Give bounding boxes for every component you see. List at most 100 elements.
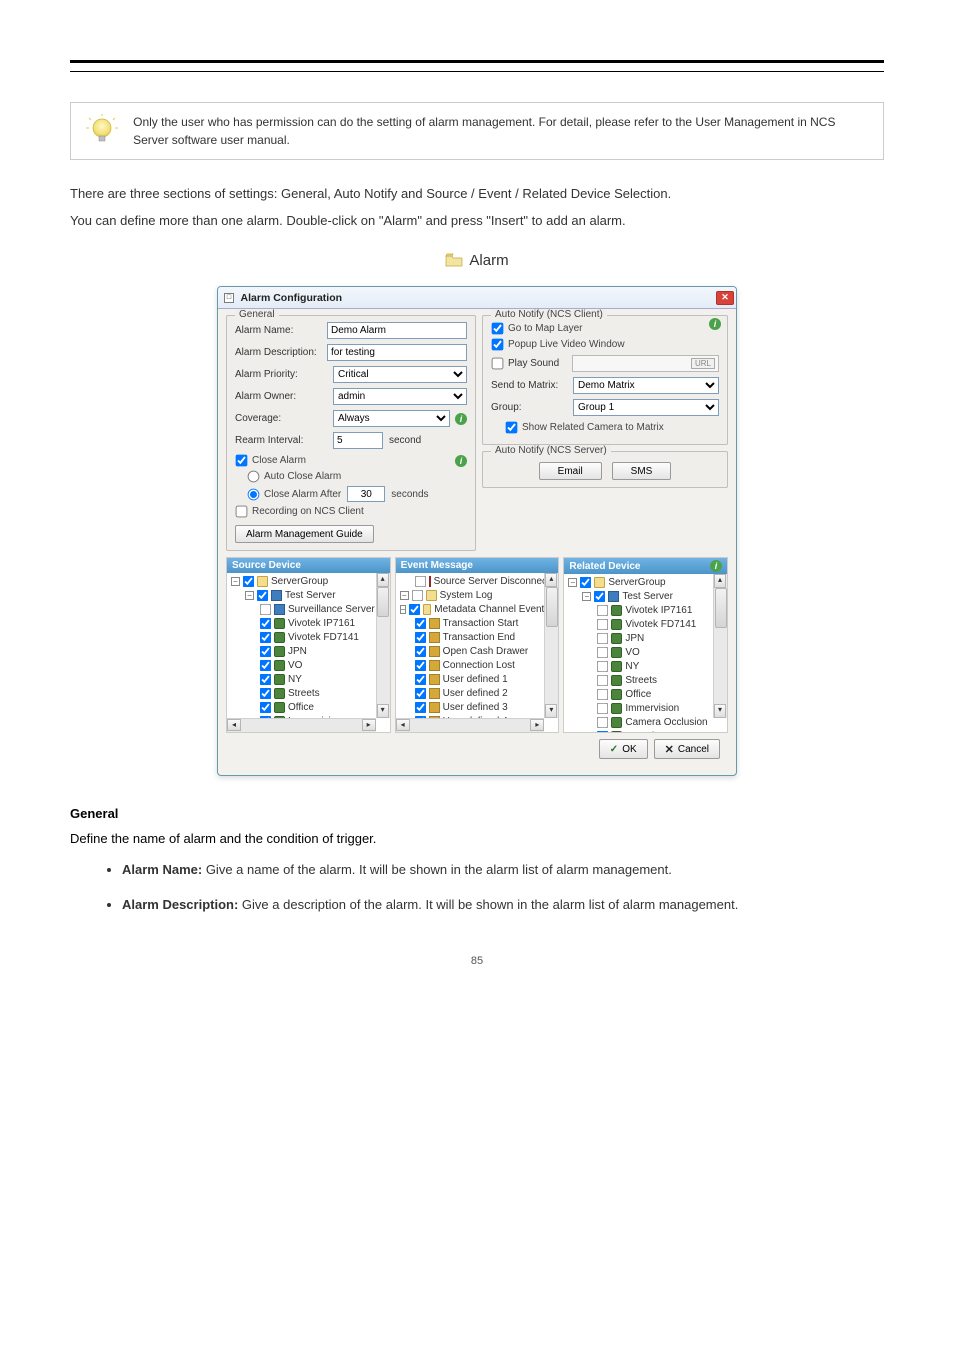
tree-item[interactable]: Source Server Disconnec xyxy=(434,575,547,588)
close-after-radio[interactable] xyxy=(248,488,260,500)
alarm-name-input[interactable] xyxy=(327,322,467,339)
tree-item[interactable]: Immervision xyxy=(625,702,679,715)
tree-item[interactable]: NY xyxy=(625,660,639,673)
goto-map-checkbox[interactable] xyxy=(492,323,504,335)
tree-item[interactable]: Counting xyxy=(625,730,665,732)
tree-checkbox[interactable] xyxy=(594,591,605,602)
tree-item[interactable]: Vivotek FD7141 xyxy=(288,631,359,644)
tree-item[interactable]: Vivotek IP7161 xyxy=(625,604,692,617)
tree-checkbox[interactable] xyxy=(597,703,608,714)
tree-checkbox[interactable] xyxy=(260,646,271,657)
tree-item[interactable]: Camera Occlusion xyxy=(625,716,707,729)
rearm-input[interactable] xyxy=(333,432,383,449)
tree-checkbox[interactable] xyxy=(597,647,608,658)
info-icon[interactable]: i xyxy=(709,318,721,330)
tree-checkbox[interactable] xyxy=(257,590,268,601)
alarm-desc-input[interactable] xyxy=(327,344,467,361)
tree-checkbox[interactable] xyxy=(414,674,425,685)
info-icon[interactable]: i xyxy=(455,413,467,425)
tree-item[interactable]: Streets xyxy=(288,687,320,700)
tree-checkbox[interactable] xyxy=(414,632,425,643)
tree-checkbox[interactable] xyxy=(411,590,422,601)
alarm-owner-select[interactable]: admin xyxy=(333,388,467,405)
tree-item[interactable]: Transaction Start xyxy=(443,617,519,630)
tree-checkbox[interactable] xyxy=(260,618,271,629)
tree-item[interactable]: VO xyxy=(625,646,639,659)
tree-checkbox[interactable] xyxy=(597,731,608,732)
tree-item[interactable]: Vivotek IP7161 xyxy=(288,617,355,630)
tree-item[interactable]: VO xyxy=(288,659,302,672)
tree-checkbox[interactable] xyxy=(260,688,271,699)
popup-video-checkbox[interactable] xyxy=(492,339,504,351)
tree-checkbox[interactable] xyxy=(597,689,608,700)
tree-checkbox[interactable] xyxy=(414,688,425,699)
tree-item[interactable]: Metadata Channel Event xyxy=(434,603,544,616)
tree-checkbox[interactable] xyxy=(597,717,608,728)
tree-item[interactable]: Test Server xyxy=(285,589,336,602)
scrollbar-vertical[interactable]: ▴▾ xyxy=(544,573,558,718)
tree-checkbox[interactable] xyxy=(260,604,271,615)
tree-checkbox[interactable] xyxy=(580,577,591,588)
tree-item[interactable]: JPN xyxy=(288,645,307,658)
tree-checkbox[interactable] xyxy=(414,576,425,587)
tree-checkbox[interactable] xyxy=(260,632,271,643)
auto-close-radio[interactable] xyxy=(248,471,260,483)
tree-item[interactable]: Open Cash Drawer xyxy=(443,645,529,658)
alarm-guide-button[interactable]: Alarm Management Guide xyxy=(235,525,374,543)
tree-checkbox[interactable] xyxy=(260,702,271,713)
tree-checkbox[interactable] xyxy=(597,619,608,630)
tree-checkbox[interactable] xyxy=(597,661,608,672)
tree-item[interactable]: Office xyxy=(288,701,314,714)
tree-checkbox[interactable] xyxy=(414,618,425,629)
url-browse-button[interactable]: URL xyxy=(691,358,715,369)
tree-item[interactable]: ServerGroup xyxy=(608,576,665,589)
tree-item[interactable]: Vivotek FD7141 xyxy=(625,618,696,631)
info-icon[interactable]: i xyxy=(455,455,467,467)
tree-item[interactable]: Connection Lost xyxy=(443,659,515,672)
tree-item[interactable]: Surveillance Server xyxy=(288,603,375,616)
play-sound-checkbox[interactable] xyxy=(492,358,504,370)
tree-checkbox[interactable] xyxy=(414,646,425,657)
tree-item[interactable]: ServerGroup xyxy=(271,575,328,588)
group-select[interactable]: Group 1 xyxy=(573,399,719,416)
tree-item[interactable]: User defined 3 xyxy=(443,701,508,714)
alarm-priority-select[interactable]: Critical xyxy=(333,366,467,383)
scrollbar-vertical[interactable]: ▴▾ xyxy=(713,574,727,718)
tree-checkbox[interactable] xyxy=(409,604,420,615)
recording-client-checkbox[interactable] xyxy=(236,506,248,518)
show-related-checkbox[interactable] xyxy=(506,422,518,434)
info-icon[interactable]: i xyxy=(710,560,722,572)
send-matrix-select[interactable]: Demo Matrix xyxy=(573,377,719,394)
close-alarm-checkbox[interactable] xyxy=(236,455,248,467)
tree-item[interactable]: Test Server xyxy=(622,590,673,603)
tree-checkbox[interactable] xyxy=(260,660,271,671)
coverage-select[interactable]: Always xyxy=(333,410,450,427)
ok-button[interactable]: ✓OK xyxy=(599,739,648,759)
tree-checkbox[interactable] xyxy=(597,605,608,616)
email-button[interactable]: Email xyxy=(539,462,602,480)
dialog-title: Alarm Configuration xyxy=(241,292,343,304)
tree-item[interactable]: System Log xyxy=(440,589,493,602)
tree-checkbox[interactable] xyxy=(597,675,608,686)
scrollbar-vertical[interactable]: ▴▾ xyxy=(376,573,390,718)
tree-checkbox[interactable] xyxy=(597,633,608,644)
sms-button[interactable]: SMS xyxy=(612,462,672,480)
tree-item[interactable]: Transaction End xyxy=(443,631,515,644)
tree-item[interactable]: Streets xyxy=(625,674,657,687)
pos-icon xyxy=(429,674,440,685)
tree-item[interactable]: JPN xyxy=(625,632,644,645)
scrollbar-horizontal[interactable]: ◂▸ xyxy=(396,718,545,732)
cancel-button[interactable]: ✕Cancel xyxy=(654,739,720,759)
tree-item[interactable]: Office xyxy=(625,688,651,701)
alarm-heading: Alarm xyxy=(445,252,508,269)
tree-checkbox[interactable] xyxy=(414,702,425,713)
tree-checkbox[interactable] xyxy=(243,576,254,587)
scrollbar-horizontal[interactable]: ◂▸ xyxy=(227,718,376,732)
close-after-input[interactable] xyxy=(347,486,385,502)
tree-item[interactable]: User defined 1 xyxy=(443,673,508,686)
close-icon[interactable]: ✕ xyxy=(716,291,734,305)
tree-checkbox[interactable] xyxy=(260,674,271,685)
tree-checkbox[interactable] xyxy=(414,660,425,671)
tree-item[interactable]: User defined 2 xyxy=(443,687,508,700)
tree-item[interactable]: NY xyxy=(288,673,302,686)
